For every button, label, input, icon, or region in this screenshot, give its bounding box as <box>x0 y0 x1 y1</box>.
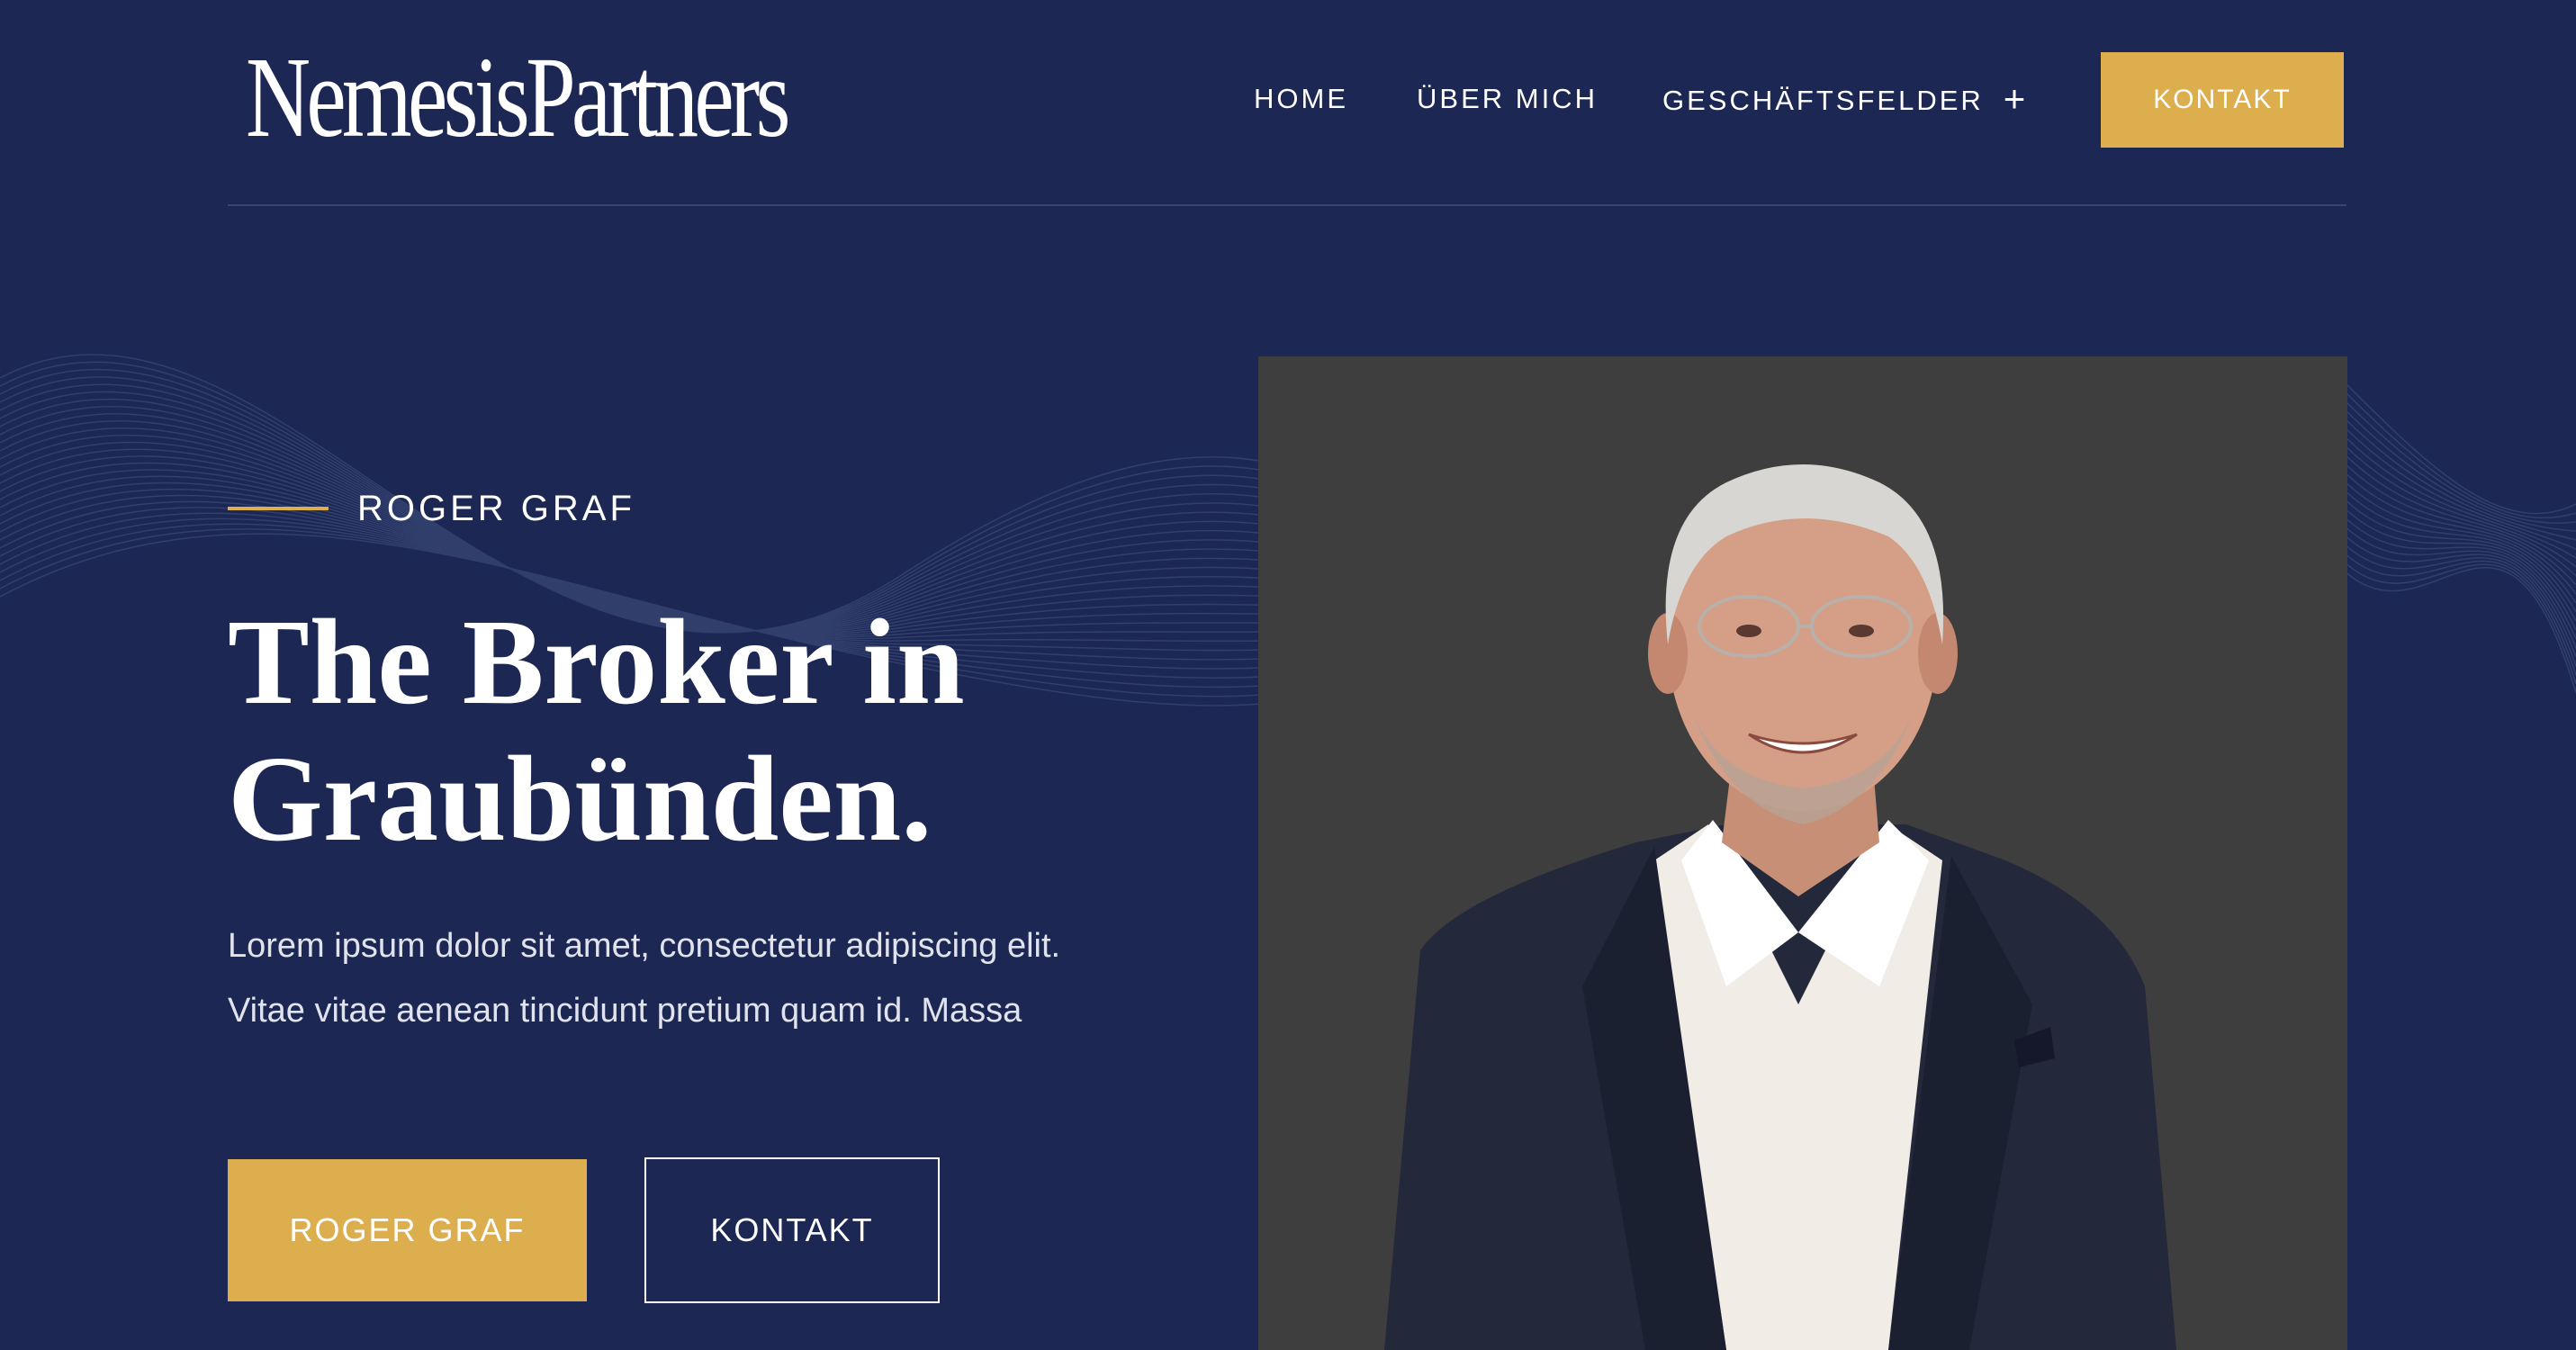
portrait-illustration <box>1384 464 2176 1350</box>
hero-title-line-1: The Broker in <box>228 595 965 730</box>
nav-geschaeftsfelder-label: GESCHÄFTSFELDER <box>1662 85 1984 116</box>
roger-graf-button[interactable]: ROGER GRAF <box>228 1159 587 1301</box>
site-header: NemesisPartners HOME ÜBER MICH GESCHÄFTS… <box>228 0 2346 206</box>
header-contact-button[interactable]: KONTAKT <box>2101 52 2344 148</box>
portrait-photo <box>1258 356 2347 1350</box>
hero-title: The Broker in Graubünden. <box>228 594 1218 868</box>
plus-icon[interactable]: + <box>2004 72 2026 126</box>
hero-description: Lorem ipsum dolor sit amet, consectetur … <box>228 914 1263 1043</box>
contact-button[interactable]: KONTAKT <box>644 1157 940 1303</box>
site-logo[interactable]: NemesisPartners <box>246 34 790 160</box>
nav-home[interactable]: HOME <box>1254 72 1348 126</box>
hero-eyebrow: ROGER GRAF <box>228 482 635 536</box>
hero-title-line-2: Graubünden. <box>228 732 932 867</box>
eyebrow-text: ROGER GRAF <box>357 488 635 528</box>
nav-ueber-mich[interactable]: ÜBER MICH <box>1417 72 1598 126</box>
hero-description-line-1: Lorem ipsum dolor sit amet, consectetur … <box>228 927 1061 965</box>
hero-description-line-2: Vitae vitae aenean tincidunt pretium qua… <box>228 992 1022 1030</box>
eyebrow-accent-line <box>228 507 329 510</box>
header-divider <box>228 204 2346 206</box>
nav-geschaeftsfelder[interactable]: GESCHÄFTSFELDER + <box>1662 72 2025 126</box>
page: NemesisPartners HOME ÜBER MICH GESCHÄFTS… <box>0 0 2576 1350</box>
